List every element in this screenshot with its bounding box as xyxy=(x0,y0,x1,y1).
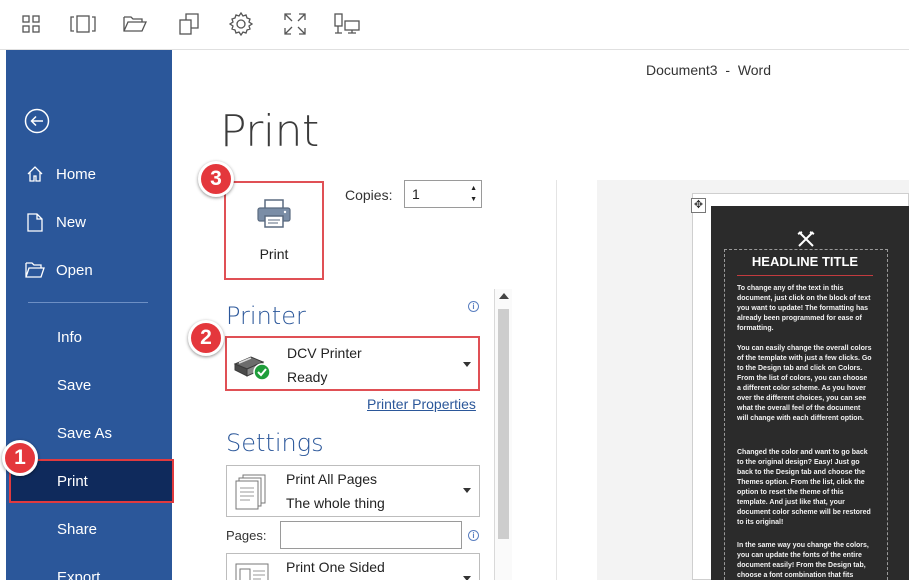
printer-icon xyxy=(256,199,292,234)
one-sided-icon xyxy=(235,563,269,580)
step-badge-3: 3 xyxy=(198,161,234,197)
step-badge-2: 2 xyxy=(188,320,224,356)
chevron-down-icon xyxy=(463,576,471,580)
pages-input[interactable] xyxy=(280,521,462,549)
pages-label: Pages: xyxy=(226,528,267,543)
sidebar-item-label: Print xyxy=(57,472,88,490)
print-button[interactable]: Print xyxy=(224,181,324,280)
info-icon[interactable]: i xyxy=(468,301,479,312)
preview-paragraph: Changed the color and want to go back to… xyxy=(737,449,871,526)
printer-status: Ready xyxy=(287,369,328,385)
monitor-icon[interactable] xyxy=(334,11,360,37)
info-icon[interactable]: i xyxy=(468,530,479,541)
sidebar-item-info[interactable]: Info xyxy=(6,315,172,359)
copies-label: Copies: xyxy=(345,187,393,203)
back-arrow-icon[interactable] xyxy=(24,108,50,134)
sidebar-item-new[interactable]: New xyxy=(6,200,172,244)
scroll-up-icon[interactable] xyxy=(499,293,509,299)
printer-heading: Printer xyxy=(226,302,306,330)
sidebar-item-label: Info xyxy=(57,328,83,346)
printer-properties-link[interactable]: Printer Properties xyxy=(367,396,476,412)
sides-value: Print One Sided xyxy=(286,559,385,575)
chevron-down-icon xyxy=(463,362,471,367)
sidebar-item-export[interactable]: Export xyxy=(6,555,172,580)
print-range-description: The whole thing xyxy=(286,495,385,511)
step-badge-1: 1 xyxy=(2,440,38,476)
sidebar-item-label: Export xyxy=(57,568,101,580)
utensils-icon xyxy=(797,231,815,247)
preview-paragraph: In the same way you change the colors, y… xyxy=(737,542,869,579)
home-icon xyxy=(24,163,46,185)
sidebar-item-share[interactable]: Share xyxy=(6,507,172,551)
move-handle-icon[interactable]: ✥ xyxy=(691,198,706,213)
sidebar-item-label: New xyxy=(56,213,87,231)
sidebar-item-label: Home xyxy=(56,165,97,183)
preview-headline: HEADLINE TITLE xyxy=(740,254,870,269)
print-button-label: Print xyxy=(259,246,289,262)
sidebar-item-label: Save xyxy=(57,376,92,394)
new-doc-icon xyxy=(24,211,46,233)
print-range-dropdown[interactable]: Print All Pages The whole thing xyxy=(226,465,480,517)
gear-icon[interactable] xyxy=(228,11,254,37)
spin-down-icon[interactable]: ▼ xyxy=(470,196,477,203)
printer-name: DCV Printer xyxy=(287,345,362,361)
pages-icon xyxy=(235,474,269,515)
sidebar-item-label: Share xyxy=(57,520,98,538)
sidebar-item-open[interactable]: Open xyxy=(6,248,172,292)
copies-value: 1 xyxy=(412,186,420,202)
preview-paragraph: To change any of the text in this docume… xyxy=(737,285,871,332)
folder-open-icon[interactable] xyxy=(122,11,148,37)
sidebar-item-label: Save As xyxy=(57,424,113,442)
panel-divider xyxy=(556,180,557,580)
window-title: Document3 - Word xyxy=(646,62,772,78)
spin-up-icon[interactable]: ▲ xyxy=(470,185,477,192)
scroll-thumb[interactable] xyxy=(498,309,509,539)
sidebar-divider xyxy=(28,302,148,303)
printer-dropdown[interactable]: DCV Printer Ready xyxy=(225,336,480,391)
expand-icon[interactable] xyxy=(282,11,308,37)
chevron-down-icon xyxy=(463,488,471,493)
settings-heading: Settings xyxy=(226,429,324,457)
columns-icon[interactable] xyxy=(70,11,96,37)
sidebar-item-home[interactable]: Home xyxy=(6,152,172,196)
grid-icon[interactable] xyxy=(18,11,44,37)
backstage-sidebar: Home New Open Info Save Save As Print Sh… xyxy=(6,50,174,580)
sidebar-item-save[interactable]: Save xyxy=(6,363,172,407)
sides-dropdown[interactable]: Print One Sided xyxy=(226,553,480,580)
sidebar-item-label: Open xyxy=(56,261,93,279)
printer-ready-icon xyxy=(233,352,273,387)
settings-scrollbar[interactable] xyxy=(494,289,512,580)
page-title: Print xyxy=(220,106,319,157)
preview-paragraph: You can easily change the overall colors… xyxy=(737,345,872,422)
folder-open-icon xyxy=(24,259,46,281)
print-range-value: Print All Pages xyxy=(286,471,378,487)
top-toolbar xyxy=(0,0,909,50)
copy-icon[interactable] xyxy=(176,11,202,37)
preview-rule xyxy=(737,275,873,276)
copies-stepper[interactable]: 1 ▲ ▼ xyxy=(404,180,482,208)
